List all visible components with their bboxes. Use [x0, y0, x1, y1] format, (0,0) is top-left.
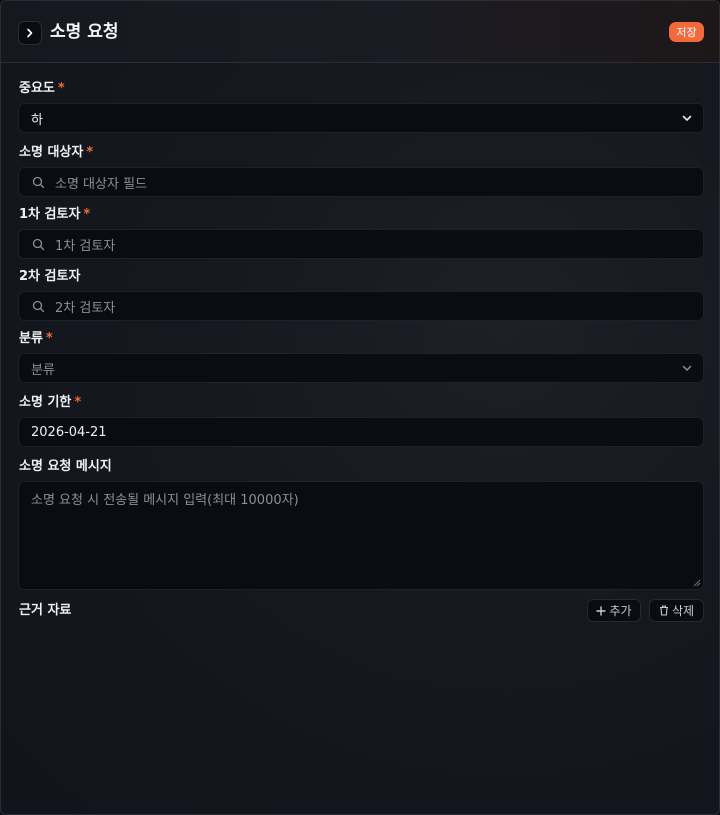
add-evidence-button[interactable]: 추가	[587, 599, 641, 622]
reviewer1-search-input[interactable]: 1차 검토자	[18, 229, 704, 259]
required-mark: *	[83, 207, 91, 222]
required-mark: *	[45, 331, 53, 346]
reviewer1-placeholder: 1차 검토자	[55, 238, 116, 254]
search-icon	[32, 237, 46, 251]
message-textarea[interactable]: 소명 요청 시 전송될 메시지 입력(최대 10000자)	[18, 481, 704, 590]
search-icon	[32, 299, 46, 313]
category-placeholder: 분류	[31, 362, 55, 378]
message-placeholder: 소명 요청 시 전송될 메시지 입력(최대 10000자)	[31, 493, 299, 508]
plus-icon	[596, 605, 607, 616]
panel-title: 소명 요청	[50, 22, 119, 42]
category-label: 분류 *	[19, 331, 53, 346]
delete-evidence-button[interactable]: 삭제	[649, 599, 704, 622]
resize-handle-icon[interactable]	[693, 579, 701, 587]
message-label: 소명 요청 메시지	[19, 459, 112, 474]
evidence-label: 근거 자료	[19, 603, 72, 618]
importance-select[interactable]: 하	[18, 103, 704, 133]
required-mark: *	[74, 395, 82, 410]
category-select[interactable]: 분류	[18, 353, 704, 383]
panel-header: 소명 요청 저장	[1, 1, 719, 63]
reviewer2-placeholder: 2차 검토자	[55, 300, 116, 316]
reviewer2-search-input[interactable]: 2차 검토자	[18, 291, 704, 321]
trash-icon	[659, 605, 668, 616]
deadline-label: 소명 기한 *	[19, 395, 82, 410]
deadline-date-input[interactable]: 2026-04-21	[18, 417, 704, 447]
deadline-value: 2026-04-21	[31, 424, 107, 440]
required-mark: *	[57, 81, 65, 96]
reviewer1-label: 1차 검토자 *	[19, 207, 91, 222]
required-mark: *	[86, 145, 94, 160]
target-search-input[interactable]: 소명 대상자 필드	[18, 167, 704, 197]
importance-label: 중요도 *	[19, 81, 65, 96]
chevron-right-icon	[27, 28, 33, 38]
importance-value: 하	[31, 112, 43, 128]
target-placeholder: 소명 대상자 필드	[55, 176, 147, 192]
target-label: 소명 대상자 *	[19, 145, 94, 160]
chevron-down-icon	[682, 115, 692, 121]
reviewer2-label: 2차 검토자	[19, 269, 81, 284]
search-icon	[32, 175, 46, 189]
chevron-down-icon	[682, 365, 692, 371]
save-button[interactable]: 저장	[669, 22, 704, 42]
explanation-request-panel: 소명 요청 저장 중요도 * 하 소명 대상자 * 소명 대상자 필드 1차 검토자…	[0, 0, 720, 815]
collapse-button[interactable]	[18, 21, 42, 45]
